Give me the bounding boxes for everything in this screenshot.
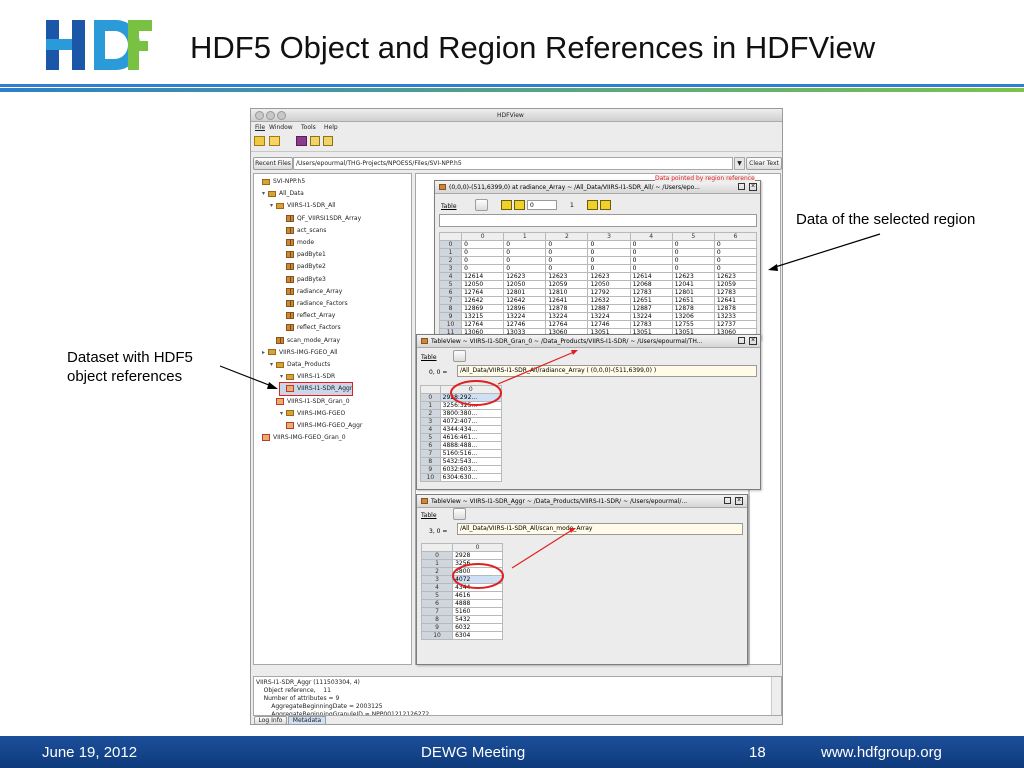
footer-page-number: 18 bbox=[749, 744, 766, 761]
dataset-refs-annotation-line1: Dataset with HDF5 bbox=[67, 349, 193, 366]
aggr-highlight-circle bbox=[452, 563, 504, 589]
footer-url: www.hdfgroup.org bbox=[821, 744, 942, 761]
aggr-to-gran0-arrowhead bbox=[569, 528, 576, 533]
gran0-to-region-arrowhead bbox=[571, 350, 578, 355]
footer-date: June 19, 2012 bbox=[42, 744, 138, 761]
aggr-to-gran0-arrow bbox=[511, 529, 573, 569]
selected-region-annotation: Data of the selected region bbox=[796, 211, 976, 228]
dataset-refs-annotation: Dataset with HDF5 object references bbox=[67, 348, 193, 386]
gran0-highlight-circle bbox=[450, 380, 502, 406]
dataset-refs-annotation-line2: object references bbox=[67, 368, 183, 385]
dataset-refs-arrowhead bbox=[267, 382, 278, 389]
gran0-to-region-arrow bbox=[497, 351, 575, 385]
footer-meeting: DEWG Meeting bbox=[421, 744, 526, 761]
slide-footer: June 19, 2012 DEWG Meeting 18 www.hdfgro… bbox=[0, 736, 1024, 768]
selected-region-arrow bbox=[771, 233, 881, 269]
dataset-refs-arrow bbox=[219, 365, 275, 388]
selected-region-arrowhead bbox=[768, 264, 778, 271]
